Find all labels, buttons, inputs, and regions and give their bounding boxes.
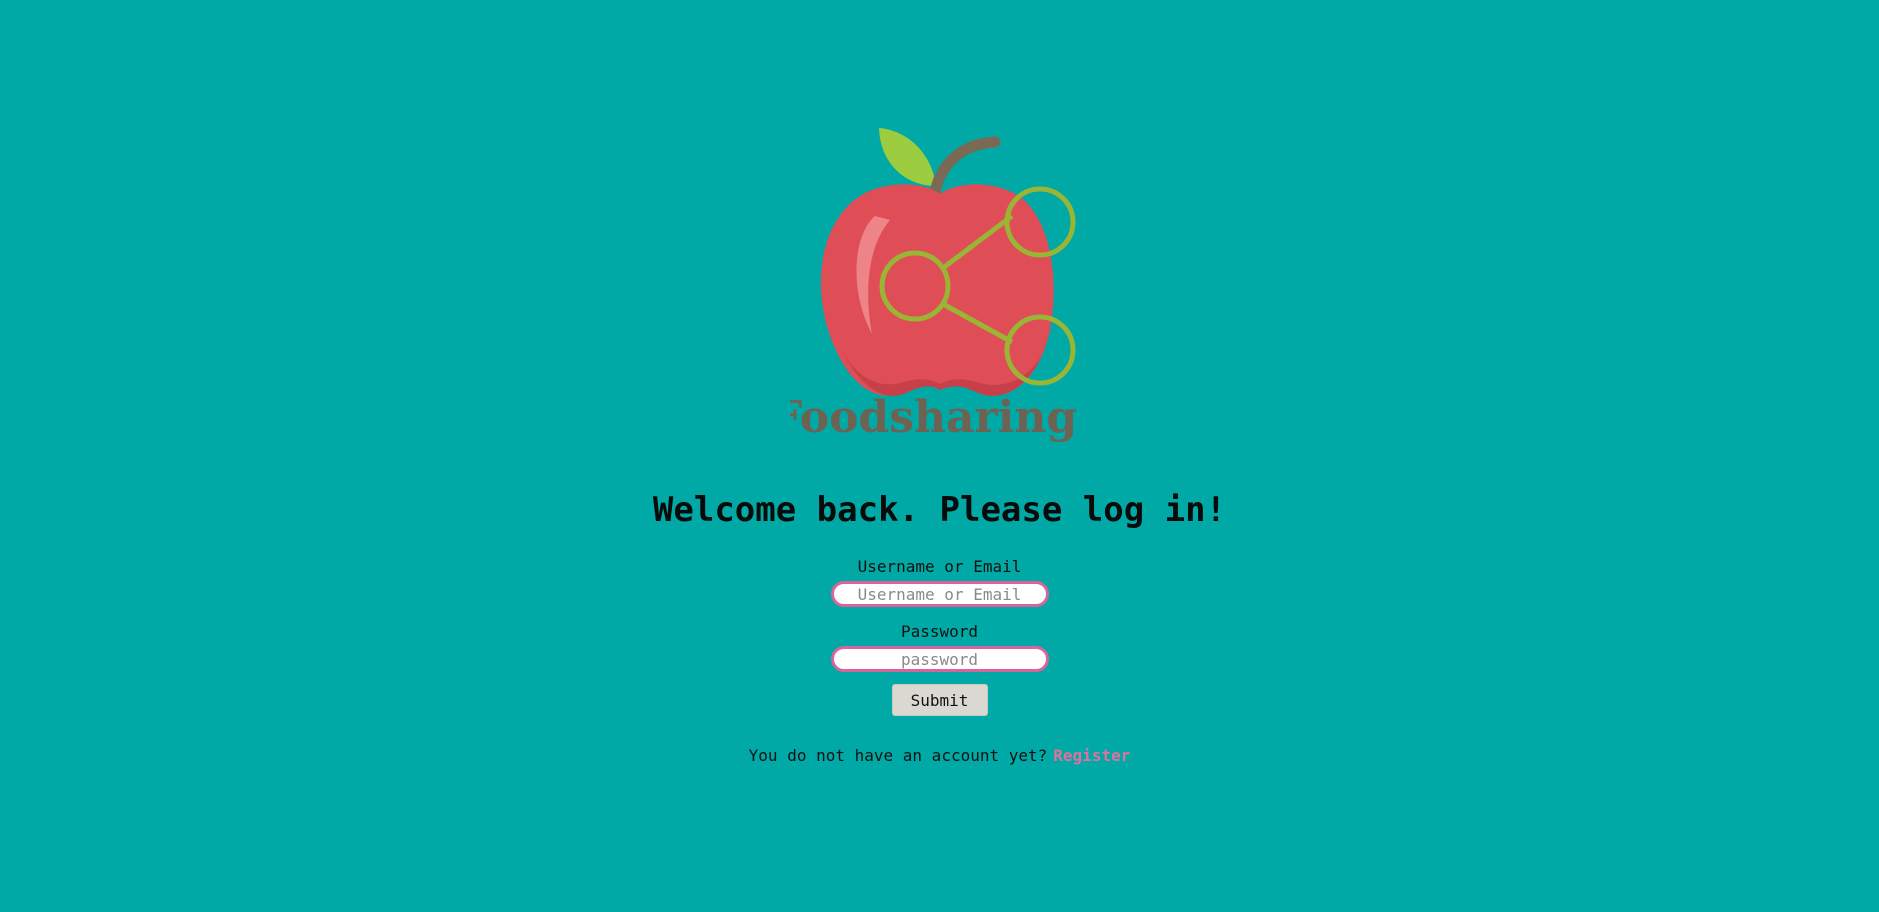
logo-wordmark: Foodsharing — [790, 392, 1077, 443]
username-label: Username or Email — [857, 557, 1022, 576]
username-input[interactable] — [830, 581, 1049, 607]
password-label: Password — [900, 622, 979, 641]
register-prompt-line: You do not have an account yet? Register — [0, 744, 1879, 768]
register-prompt-text: You do not have an account yet? — [748, 746, 1048, 765]
page-title: Welcome back. Please log in! — [652, 490, 1227, 530]
apple-share-logo-graphic: Foodsharing — [790, 128, 1077, 443]
register-link[interactable]: Register — [1053, 746, 1130, 765]
password-input[interactable] — [830, 646, 1049, 672]
submit-button[interactable]: Submit — [891, 684, 988, 716]
login-form: Username or Email Password Submit — [0, 556, 1879, 716]
foodsharing-logo: Foodsharing — [790, 120, 1090, 460]
